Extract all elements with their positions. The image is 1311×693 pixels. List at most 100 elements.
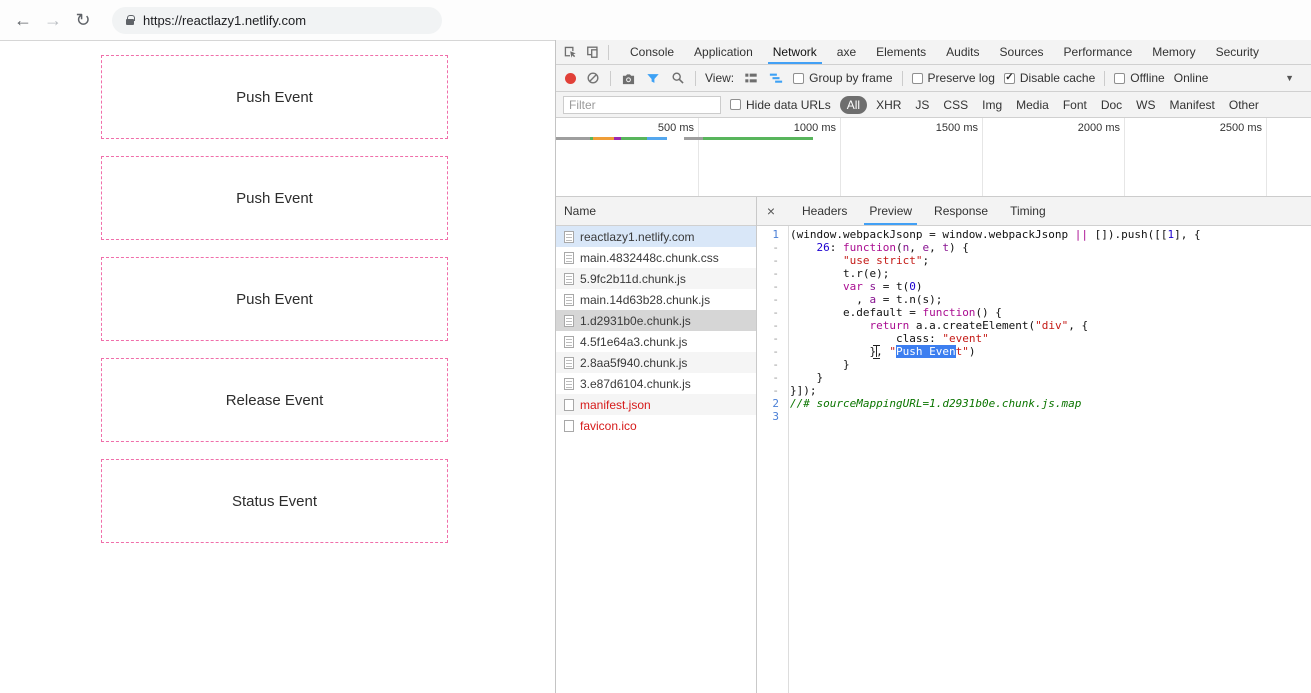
filter-type-font[interactable]: Font <box>1056 96 1094 114</box>
file-icon <box>564 315 574 327</box>
filter-type-css[interactable]: CSS <box>936 96 975 114</box>
checkbox-icon[interactable] <box>912 73 923 84</box>
code-line[interactable]: - , a = t.n(s); <box>757 293 1311 306</box>
clear-icon[interactable] <box>585 70 601 86</box>
timeline-tick-label: 2500 ms <box>1202 122 1262 134</box>
reload-icon[interactable]: ↻ <box>68 10 98 31</box>
request-row[interactable]: main.4832448c.chunk.css <box>556 247 756 268</box>
code-line[interactable]: - class: "event" <box>757 332 1311 345</box>
filter-type-doc[interactable]: Doc <box>1094 96 1129 114</box>
code-line[interactable]: -}]); <box>757 384 1311 397</box>
timeline-gridline <box>1124 118 1125 196</box>
request-row[interactable]: main.14d63b28.chunk.js <box>556 289 756 310</box>
code-preview[interactable]: 1(window.webpackJsonp = window.webpackJs… <box>757 226 1311 693</box>
forward-icon[interactable]: → <box>38 10 68 31</box>
tab-application[interactable]: Application <box>684 40 763 64</box>
file-icon <box>564 252 574 264</box>
line-number: - <box>757 280 784 293</box>
line-number: - <box>757 345 784 358</box>
search-icon[interactable] <box>670 70 686 86</box>
code-text: "use strict"; <box>784 254 929 267</box>
preserve-log-checkbox[interactable]: Preserve log <box>912 71 995 85</box>
filter-type-js[interactable]: JS <box>908 96 936 114</box>
request-name: manifest.json <box>580 398 651 412</box>
checkbox-icon[interactable] <box>793 73 804 84</box>
list-view-icon[interactable] <box>743 70 759 86</box>
filter-type-media[interactable]: Media <box>1009 96 1056 114</box>
device-toolbar-icon[interactable] <box>585 44 601 60</box>
code-text <box>784 410 790 423</box>
tab-performance[interactable]: Performance <box>1054 40 1143 64</box>
checkbox-icon[interactable] <box>730 99 741 110</box>
code-line[interactable]: - return a.a.createElement("div", { <box>757 319 1311 332</box>
request-row[interactable]: manifest.json <box>556 394 756 415</box>
disable-cache-checkbox[interactable]: Disable cache <box>1004 71 1095 85</box>
filter-type-other[interactable]: Other <box>1222 96 1266 114</box>
group-by-frame-checkbox[interactable]: Group by frame <box>793 71 892 85</box>
record-icon[interactable] <box>565 73 576 84</box>
code-line[interactable]: - var s = t(0) <box>757 280 1311 293</box>
request-row[interactable]: 1.d2931b0e.chunk.js <box>556 310 756 331</box>
request-row[interactable]: favicon.ico <box>556 415 756 436</box>
detail-tab-response[interactable]: Response <box>923 197 999 225</box>
line-number: - <box>757 332 784 345</box>
devtools-panel: ConsoleApplicationNetworkaxeElementsAudi… <box>555 40 1311 693</box>
chevron-down-icon[interactable]: ▼ <box>1285 73 1302 83</box>
checkbox-checked-icon[interactable] <box>1004 73 1015 84</box>
filter-type-xhr[interactable]: XHR <box>869 96 908 114</box>
timeline-overview[interactable]: 500 ms1000 ms1500 ms2000 ms2500 ms <box>556 118 1311 197</box>
tab-security[interactable]: Security <box>1206 40 1269 64</box>
back-icon[interactable]: ← <box>8 10 38 31</box>
browser-toolbar: ← → ↻ https://reactlazy1.netlify.com <box>0 0 1311 41</box>
tab-axe[interactable]: axe <box>827 40 866 64</box>
inspect-element-icon[interactable] <box>562 44 578 60</box>
devtools-tabbar: ConsoleApplicationNetworkaxeElementsAudi… <box>556 40 1311 65</box>
request-row[interactable]: reactlazy1.netlify.com <box>556 226 756 247</box>
code-line[interactable]: - "use strict"; <box>757 254 1311 267</box>
detail-tab-timing[interactable]: Timing <box>999 197 1057 225</box>
timeline-bar-segment <box>556 137 590 140</box>
hide-data-urls-checkbox[interactable]: Hide data URLs <box>730 98 831 112</box>
request-row[interactable]: 5.9fc2b11d.chunk.js <box>556 268 756 289</box>
request-row[interactable]: 2.8aa5f940.chunk.js <box>556 352 756 373</box>
checkbox-icon[interactable] <box>1114 73 1125 84</box>
close-icon[interactable]: × <box>757 203 785 219</box>
waterfall-view-icon[interactable] <box>768 70 784 86</box>
filter-type-manifest[interactable]: Manifest <box>1163 96 1222 114</box>
code-line[interactable]: 3 <box>757 410 1311 423</box>
code-line[interactable]: - } <box>757 358 1311 371</box>
detail-tab-headers[interactable]: Headers <box>791 197 858 225</box>
lock-icon[interactable] <box>126 19 134 25</box>
filter-funnel-icon[interactable] <box>645 70 661 86</box>
devtools-tabs: ConsoleApplicationNetworkaxeElementsAudi… <box>620 40 1269 64</box>
tab-elements[interactable]: Elements <box>866 40 936 64</box>
filter-type-ws[interactable]: WS <box>1129 96 1162 114</box>
divider <box>608 45 609 60</box>
name-column-header[interactable]: Name <box>556 197 756 226</box>
code-line[interactable]: 1(window.webpackJsonp = window.webpackJs… <box>757 228 1311 241</box>
tab-memory[interactable]: Memory <box>1142 40 1205 64</box>
code-line[interactable]: - e.default = function() { <box>757 306 1311 319</box>
detail-tab-preview[interactable]: Preview <box>858 197 923 225</box>
address-bar[interactable]: https://reactlazy1.netlify.com <box>112 7 442 34</box>
offline-label: Offline <box>1130 71 1164 85</box>
code-line[interactable]: - }, "Push Event") <box>757 345 1311 358</box>
tab-audits[interactable]: Audits <box>936 40 989 64</box>
network-toolbar: View: Group by frame Preserve log Disabl… <box>556 65 1311 92</box>
screenshot-camera-icon[interactable] <box>620 70 636 86</box>
throttling-select[interactable]: Online <box>1174 71 1209 85</box>
code-line[interactable]: 2//# sourceMappingURL=1.d2931b0e.chunk.j… <box>757 397 1311 410</box>
timeline-tick-label: 2000 ms <box>1060 122 1120 134</box>
offline-checkbox[interactable]: Offline <box>1114 71 1164 85</box>
filter-type-img[interactable]: Img <box>975 96 1009 114</box>
tab-console[interactable]: Console <box>620 40 684 64</box>
filter-type-all[interactable]: All <box>840 96 867 114</box>
code-line[interactable]: - } <box>757 371 1311 384</box>
code-line[interactable]: - t.r(e); <box>757 267 1311 280</box>
filter-input[interactable] <box>563 96 721 114</box>
request-row[interactable]: 3.e87d6104.chunk.js <box>556 373 756 394</box>
code-line[interactable]: - 26: function(n, e, t) { <box>757 241 1311 254</box>
tab-network[interactable]: Network <box>763 40 827 64</box>
tab-sources[interactable]: Sources <box>990 40 1054 64</box>
request-row[interactable]: 4.5f1e64a3.chunk.js <box>556 331 756 352</box>
